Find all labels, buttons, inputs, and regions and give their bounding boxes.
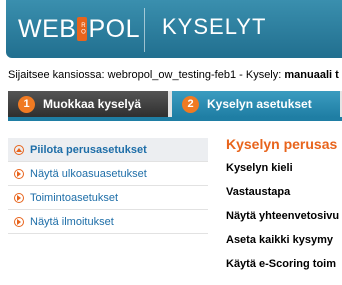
sidebar-item-label: Toimintoasetukset: [30, 191, 119, 204]
settings-sidebar: Piilota perusasetukset Näytä ulkoasuaset…: [8, 138, 208, 234]
sidebar-item-show-layout-settings[interactable]: Näytä ulkoasuasetukset: [8, 162, 208, 186]
panel-title: Kyselyn perusas: [226, 136, 338, 152]
step-number-badge: 1: [18, 95, 35, 113]
sidebar-item-label: Piilota perusasetukset: [30, 143, 147, 156]
setting-use-e-scoring: Käytä e-Scoring toim: [226, 258, 337, 270]
logo-mark: RO: [77, 17, 88, 41]
section-title[interactable]: KYSELYT: [162, 14, 266, 40]
setting-survey-language: Kyselyn kieli: [226, 162, 293, 174]
tab-label: Muokkaa kyselyä: [43, 97, 142, 111]
setting-show-summary-page: Näytä yhteenvetosivu: [226, 210, 340, 222]
breadcrumb: Sijaitsee kansiossa: webropol_ow_testing…: [8, 69, 339, 81]
logo-text-left: WEB: [18, 14, 77, 43]
settings-panel: Kyselyn perusas Kyselyn kieli Vastaustap…: [226, 136, 342, 280]
app-header: WEB RO POL KYSELYT: [6, 0, 342, 58]
sidebar-item-function-settings[interactable]: Toimintoasetukset: [8, 186, 208, 210]
chevron-right-icon: [14, 216, 24, 227]
tab-survey-settings[interactable]: 2 Kyselyn asetukset: [172, 91, 340, 117]
setting-set-all-questions: Aseta kaikki kysymy: [226, 234, 334, 246]
breadcrumb-survey-name: manuaali t: [284, 69, 339, 81]
webropol-logo[interactable]: WEB RO POL: [18, 14, 140, 44]
sidebar-item-label: Näytä ulkoasuasetukset: [30, 167, 147, 180]
tab-underline: [8, 117, 342, 121]
setting-response-mode: Vastaustapa: [226, 186, 291, 198]
sidebar-item-show-notifications[interactable]: Näytä ilmoitukset: [8, 210, 208, 234]
chevron-right-icon: [14, 192, 24, 203]
breadcrumb-path: Sijaitsee kansiossa: webropol_ow_testing…: [8, 69, 285, 81]
chevron-up-icon: [14, 144, 24, 155]
sidebar-item-label: Näytä ilmoitukset: [30, 215, 114, 228]
logo-text-right: POL: [88, 14, 140, 43]
sidebar-item-hide-basic-settings[interactable]: Piilota perusasetukset: [8, 138, 208, 162]
tab-label: Kyselyn asetukset: [207, 97, 312, 111]
header-divider: [144, 8, 145, 52]
step-number-badge: 2: [182, 95, 199, 113]
chevron-right-icon: [14, 168, 24, 179]
tab-edit-survey[interactable]: 1 Muokkaa kyselyä: [8, 91, 168, 117]
step-tabs: 1 Muokkaa kyselyä 2 Kyselyn asetukset: [8, 91, 342, 117]
